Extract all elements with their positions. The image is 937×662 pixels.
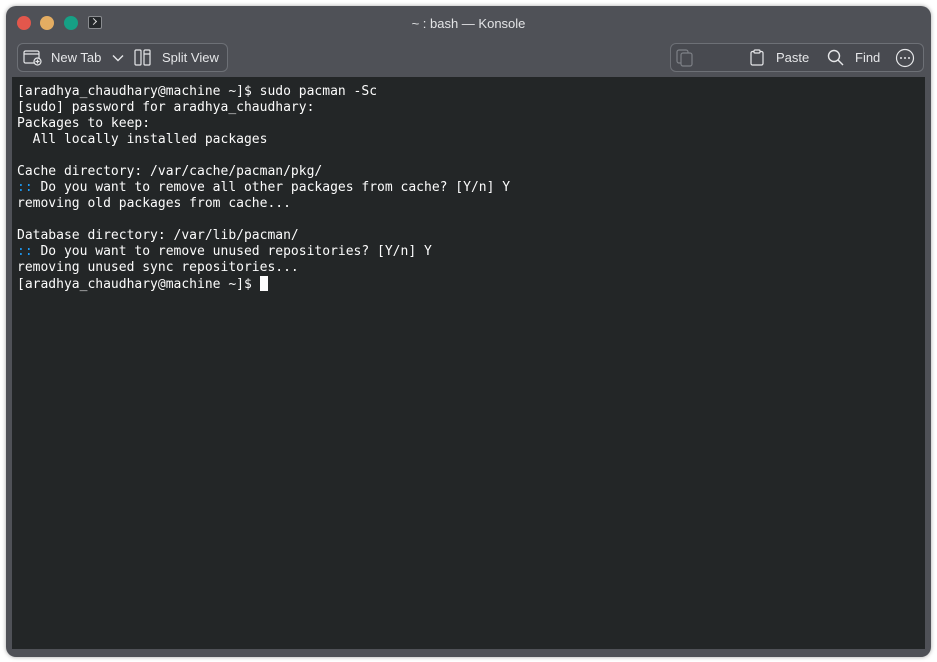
terminal-line: [aradhya_chaudhary@machine ~]$ sudo pacm… [17, 84, 378, 99]
find-label: Find [855, 50, 881, 65]
split-view-label: Split View [162, 50, 219, 65]
clipboard-icon [750, 49, 764, 66]
more-options-button[interactable] [895, 44, 917, 71]
paste-label: Paste [776, 50, 810, 65]
search-icon [827, 49, 844, 66]
new-tab-icon [23, 49, 42, 66]
shell-prompt: [aradhya_chaudhary@machine ~]$ [17, 277, 260, 292]
terminal-line: Packages to keep: [17, 116, 151, 131]
terminal-line: Database directory: /var/lib/pacman/ [17, 228, 299, 243]
split-view-icon [134, 49, 151, 66]
split-view-button[interactable]: Split View [134, 44, 226, 71]
copy-button[interactable] [676, 44, 698, 71]
terminal-line: All locally installed packages [17, 132, 268, 147]
new-tab-label: New Tab [51, 50, 102, 65]
toolbar: New Tab Split View Paste Find [6, 42, 931, 78]
terminal-line: removing old packages from cache... [17, 196, 291, 211]
text-cursor [259, 276, 268, 291]
terminal-text: [aradhya_chaudhary@machine ~]$ sudo pacm… [12, 77, 925, 292]
toolbar-right-group: Paste Find [670, 43, 924, 72]
window-title: ~ : bash — Konsole [411, 16, 526, 31]
terminal-line: :: Do you want to remove all other packa… [17, 180, 925, 196]
terminal-line: removing unused sync repositories... [17, 260, 299, 275]
terminal-line: [sudo] password for aradhya_chaudhary: [17, 100, 315, 115]
more-options-icon [895, 48, 915, 68]
terminal-line: :: Do you want to remove unused reposito… [17, 244, 925, 260]
copy-icon [676, 48, 693, 67]
new-tab-menu-button[interactable] [112, 44, 126, 71]
terminal-line: Cache directory: /var/cache/pacman/pkg/ [17, 164, 323, 179]
terminal-output[interactable]: [aradhya_chaudhary@machine ~]$ sudo pacm… [12, 77, 925, 649]
chevron-down-icon [112, 54, 124, 62]
terminal-line-text: Do you want to remove unused repositorie… [32, 244, 432, 259]
konsole-window: ~ : bash — Konsole New Tab Split View Pa… [6, 6, 931, 657]
prompt-line[interactable]: [aradhya_chaudhary@machine ~]$ [17, 276, 925, 292]
find-button[interactable]: Find [827, 44, 887, 71]
toolbar-left-group: New Tab Split View [17, 43, 228, 72]
prompt-marker: :: [17, 244, 33, 259]
prompt-marker: :: [17, 180, 33, 195]
new-tab-button[interactable]: New Tab [23, 44, 110, 71]
terminal-line-text: Do you want to remove all other packages… [32, 180, 511, 195]
title-bar[interactable]: ~ : bash — Konsole [6, 6, 931, 42]
paste-button[interactable]: Paste [750, 44, 818, 71]
